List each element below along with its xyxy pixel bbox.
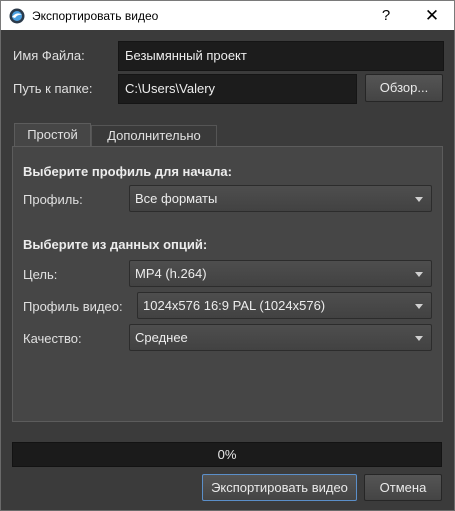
- video-profile-select[interactable]: 1024x576 16:9 PAL (1024x576): [137, 292, 432, 319]
- folder-path-label: Путь к папке:: [13, 81, 93, 96]
- quality-label: Качество:: [23, 331, 82, 346]
- help-button[interactable]: ?: [371, 4, 401, 28]
- simple-tab-panel: Выберите профиль для начала: Профиль: Вс…: [12, 146, 443, 422]
- progress-percent: 0%: [217, 447, 237, 462]
- file-name-label: Имя Файла:: [13, 48, 85, 63]
- profile-select[interactable]: Все форматы: [129, 185, 432, 212]
- chevron-down-icon: [415, 335, 423, 341]
- file-name-input[interactable]: Безымянный проект: [118, 41, 444, 71]
- export-video-button[interactable]: Экспортировать видео: [202, 474, 357, 501]
- chevron-down-icon: [415, 196, 423, 202]
- chevron-down-icon: [415, 303, 423, 309]
- openshot-logo-icon: [9, 8, 25, 24]
- video-profile-label: Профиль видео:: [23, 299, 123, 314]
- folder-path-input[interactable]: C:\Users\Valery: [118, 74, 357, 104]
- window-title: Экспортировать видео: [32, 9, 159, 23]
- close-button[interactable]: ✕: [415, 4, 449, 28]
- tab-simple[interactable]: Простой: [14, 123, 91, 147]
- export-progress-bar: 0%: [12, 442, 442, 467]
- quality-select-value: Среднее: [135, 330, 188, 345]
- video-profile-select-value: 1024x576 16:9 PAL (1024x576): [143, 298, 326, 313]
- profile-heading: Выберите профиль для начала:: [23, 164, 232, 179]
- quality-select[interactable]: Среднее: [129, 324, 432, 351]
- cancel-button[interactable]: Отмена: [364, 474, 442, 501]
- target-label: Цель:: [23, 267, 58, 282]
- profile-label: Профиль:: [23, 192, 83, 207]
- browse-button[interactable]: Обзор...: [365, 74, 443, 102]
- profile-select-value: Все форматы: [135, 191, 218, 206]
- options-heading: Выберите из данных опций:: [23, 237, 208, 252]
- target-select[interactable]: MP4 (h.264): [129, 260, 432, 287]
- chevron-down-icon: [415, 271, 423, 277]
- title-bar: Экспортировать видео ? ✕: [0, 0, 455, 30]
- target-select-value: MP4 (h.264): [135, 266, 207, 281]
- tab-advanced[interactable]: Дополнительно: [91, 125, 217, 147]
